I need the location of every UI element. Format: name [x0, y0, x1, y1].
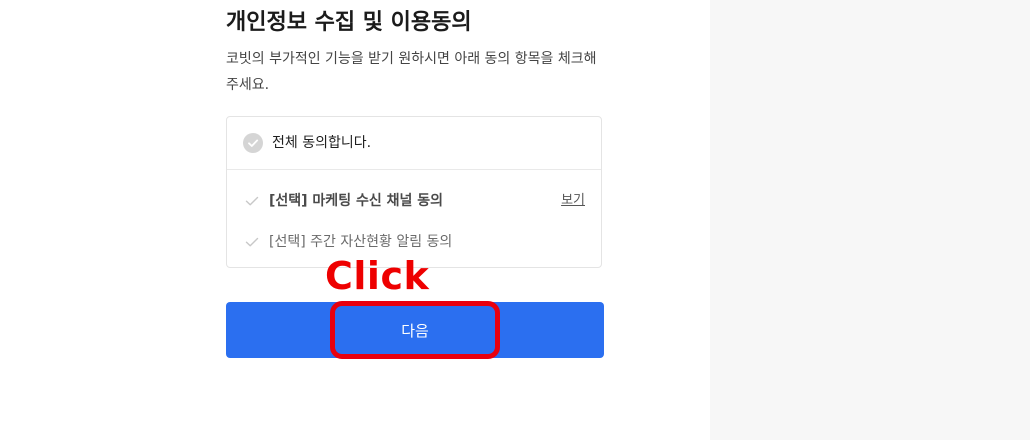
check-icon	[245, 235, 259, 249]
agree-all-checkbox[interactable]: 전체 동의합니다.	[227, 117, 601, 170]
consent-box: 전체 동의합니다. [선택] 마케팅 수신 채널 동의 보기 [선택] 주간 자…	[226, 116, 602, 268]
marketing-consent-label: [선택] 마케팅 수신 채널 동의	[269, 193, 443, 209]
next-button[interactable]: 다음	[226, 302, 604, 358]
check-icon	[245, 194, 259, 208]
agree-all-label: 전체 동의합니다.	[272, 135, 372, 151]
weekly-report-consent-label: [선택] 주간 자산현황 알림 동의	[269, 234, 453, 250]
check-circle-icon	[243, 133, 263, 153]
marketing-consent-checkbox[interactable]: [선택] 마케팅 수신 채널 동의 보기	[227, 186, 601, 216]
side-panel	[710, 0, 1030, 440]
page-description: 코빗의 부가적인 기능을 받기 원하시면 아래 동의 항목을 체크해 주세요.	[226, 51, 597, 93]
view-terms-link[interactable]: 보기	[561, 192, 585, 210]
consent-page: 개인정보 수집 및 이용동의 코빗의 부가적인 기능을 받기 원하시면 아래 동…	[0, 0, 1030, 440]
page-title: 개인정보 수집 및 이용동의	[226, 10, 472, 35]
click-annotation: Click	[325, 254, 430, 298]
